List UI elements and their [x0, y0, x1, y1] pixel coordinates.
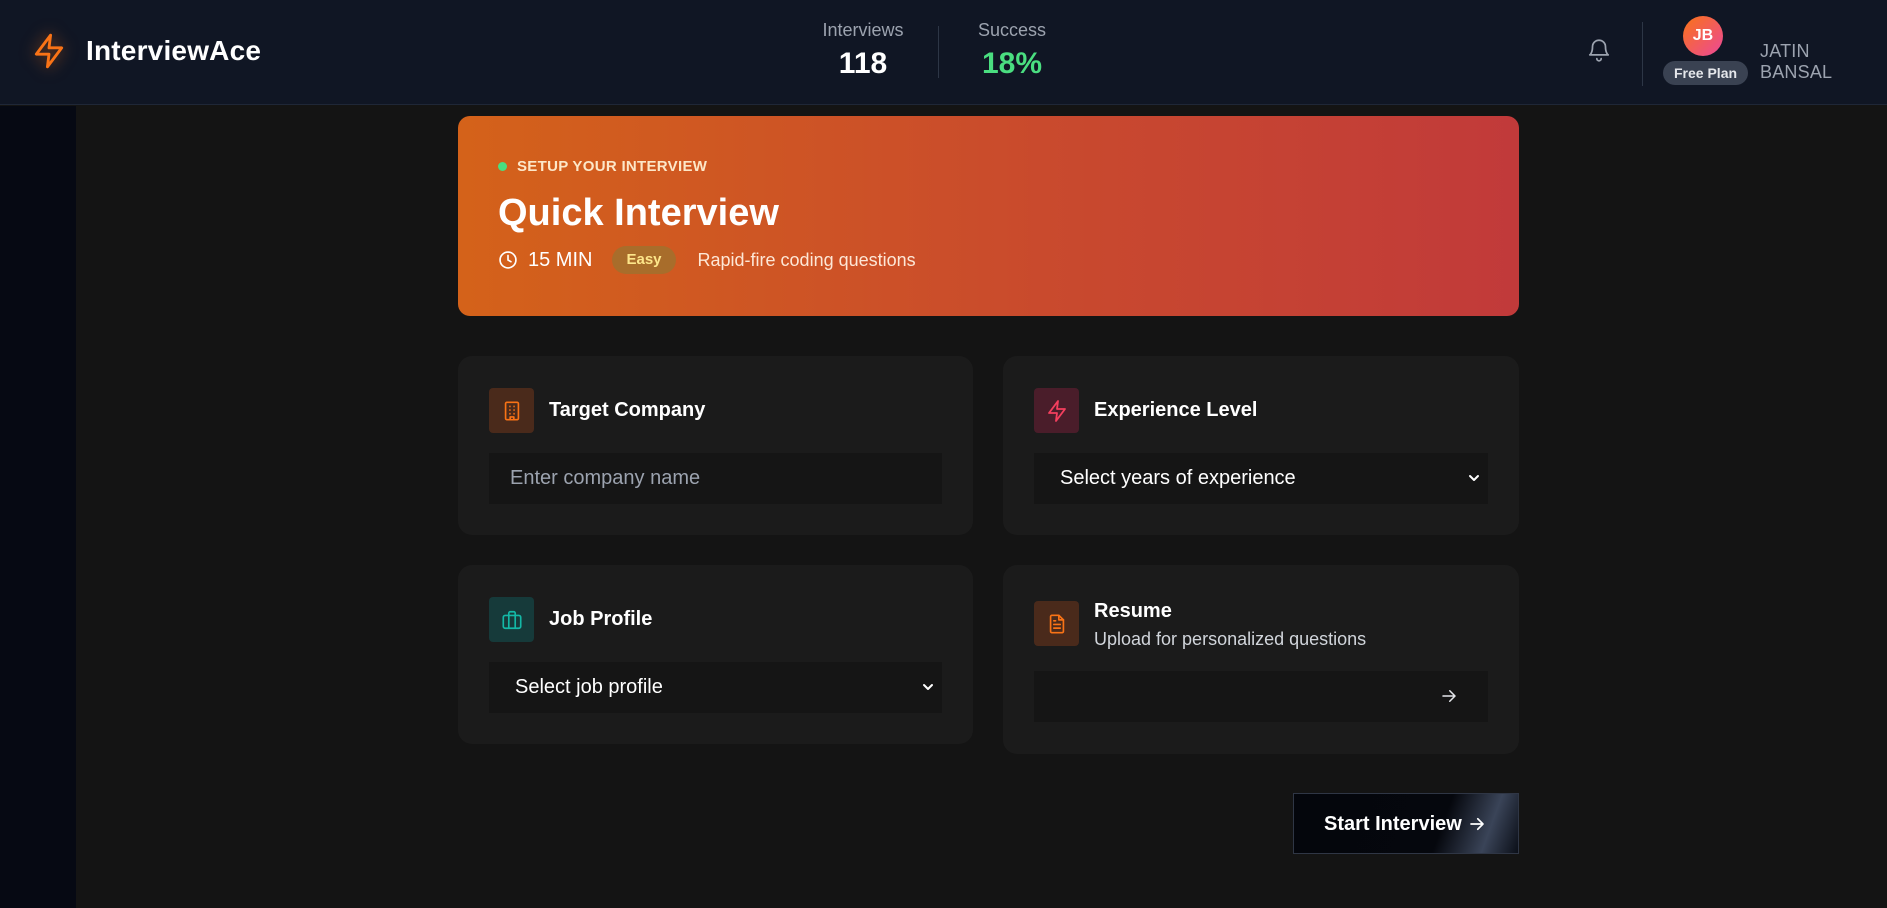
experience-select[interactable]: Select years of experience	[1034, 453, 1488, 504]
hero-tag-text: SETUP YOUR INTERVIEW	[517, 158, 708, 175]
chevron-down-icon	[920, 679, 936, 695]
clock-icon	[498, 250, 518, 270]
experience-level-card: Experience Level Select years of experie…	[1003, 356, 1519, 535]
job-profile-select-value: Select job profile	[515, 676, 663, 698]
difficulty-badge: Easy	[612, 246, 676, 274]
interview-hero-card: SETUP YOUR INTERVIEW Quick Interview 15 …	[458, 116, 1519, 316]
document-icon	[1034, 601, 1079, 646]
job-profile-card: Job Profile Select job profile	[458, 565, 973, 744]
interviews-label: Interviews	[822, 20, 904, 40]
lightning-icon	[1034, 388, 1079, 433]
username[interactable]: JATIN BANSAL	[1760, 41, 1887, 83]
plan-badge: Free Plan	[1663, 61, 1749, 85]
lightning-logo-icon	[26, 28, 72, 74]
resume-sublabel: Upload for personalized questions	[1094, 629, 1367, 649]
avatar[interactable]: JB	[1683, 16, 1723, 56]
target-company-card: Target Company Enter company name	[458, 356, 973, 535]
chevron-down-icon	[1466, 470, 1482, 486]
interviews-value: 118	[838, 47, 888, 80]
top-navbar: InterviewAce Interviews 118 Success 18% …	[0, 0, 1887, 105]
arrow-right-icon	[1440, 687, 1458, 705]
hero-title: Quick Interview	[498, 192, 779, 234]
success-label: Success	[977, 20, 1047, 40]
building-icon	[489, 388, 534, 433]
stats-divider	[938, 26, 939, 78]
start-interview-button[interactable]: Start Interview	[1293, 793, 1519, 854]
sidebar	[0, 106, 76, 908]
app-name: InterviewAce	[86, 35, 262, 66]
experience-level-label: Experience Level	[1094, 399, 1258, 421]
company-input[interactable]: Enter company name	[489, 453, 942, 504]
duration: 15 MIN	[528, 248, 593, 271]
success-value: 18%	[981, 47, 1043, 80]
target-company-label: Target Company	[549, 399, 706, 421]
job-profile-select[interactable]: Select job profile	[489, 662, 942, 713]
hero-tag: SETUP YOUR INTERVIEW	[498, 158, 707, 175]
status-dot	[498, 162, 507, 171]
interviews-stat: Interviews 118	[820, 20, 906, 81]
hero-meta: 15 MIN Easy Rapid-fire coding questions	[498, 246, 916, 274]
company-input-placeholder: Enter company name	[510, 467, 701, 489]
bell-icon[interactable]	[1586, 36, 1612, 64]
hero-description: Rapid-fire coding questions	[697, 249, 916, 270]
resume-card: Resume Upload for personalized questions	[1003, 565, 1519, 754]
resume-upload-field[interactable]	[1034, 671, 1488, 722]
start-interview-label: Start Interview	[1324, 813, 1462, 835]
experience-select-value: Select years of experience	[1060, 467, 1296, 489]
header-divider	[1642, 22, 1643, 86]
resume-label: Resume	[1094, 600, 1172, 622]
stats-panel: Interviews 118 Success 18%	[820, 20, 1057, 81]
success-stat: Success 18%	[967, 20, 1057, 81]
brand[interactable]: InterviewAce	[26, 28, 261, 74]
briefcase-icon	[489, 597, 534, 642]
arrow-right-icon	[1468, 815, 1486, 833]
job-profile-label: Job Profile	[549, 608, 653, 630]
